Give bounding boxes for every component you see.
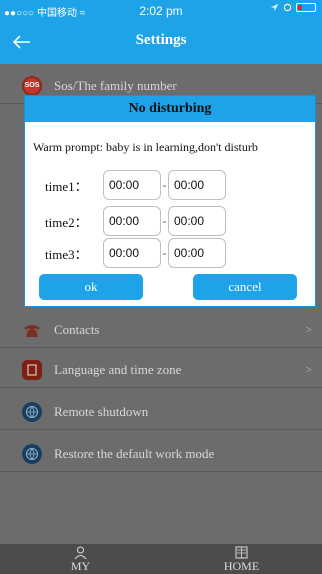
settings-item-label: Restore the default work mode [54, 445, 215, 461]
person-icon [74, 546, 87, 560]
settings-item-label: Language and time zone [54, 361, 182, 377]
top-bar: ●●○○○ 中国移动 ≈ 2:02 pm Settings [0, 0, 322, 64]
end-time-input[interactable]: 00:00 [168, 238, 226, 268]
cancel-button[interactable]: cancel [193, 274, 297, 300]
settings-item-language[interactable]: Language and time zone > [0, 352, 322, 388]
time-row-1: time1： 00:00 - 00:00 [45, 170, 226, 200]
start-time-input[interactable]: 00:00 [103, 238, 161, 268]
status-icons [270, 3, 316, 12]
chevron-right-icon: > [305, 323, 312, 336]
tab-home[interactable]: HOME [161, 544, 322, 574]
dialog-title: No disturbing [25, 96, 315, 122]
time-label: time3： [45, 246, 88, 262]
phone-icon [22, 320, 42, 340]
globe-icon [22, 401, 42, 422]
tab-label: HOME [223, 559, 260, 573]
time-row-2: time2： 00:00 - 00:00 [45, 206, 226, 236]
settings-item-restore-default[interactable]: Restore the default work mode [0, 436, 322, 472]
page-title: Settings [135, 32, 187, 48]
settings-item-contacts[interactable]: Contacts > [0, 312, 322, 348]
globe-icon [22, 443, 42, 464]
settings-item-label: Contacts [54, 321, 100, 337]
range-separator: - [162, 245, 167, 260]
time-label: time1： [45, 178, 88, 194]
chevron-right-icon: > [305, 363, 312, 376]
start-time-input[interactable]: 00:00 [103, 170, 161, 200]
range-separator: - [162, 177, 167, 192]
settings-item-label: Remote shutdown [54, 403, 149, 419]
time-label: time2： [45, 214, 88, 230]
no-disturbing-dialog: No disturbing Warm prompt: baby is in le… [24, 95, 316, 307]
tab-label: MY [70, 559, 91, 573]
dialog-prompt: Warm prompt: baby is in learning,don't d… [33, 140, 258, 154]
time-row-3: time3： 00:00 - 00:00 [45, 238, 226, 268]
end-time-input[interactable]: 00:00 [168, 170, 226, 200]
sos-icon: SOS [22, 75, 42, 96]
ok-button[interactable]: ok [39, 274, 143, 300]
status-bar: ●●○○○ 中国移动 ≈ 2:02 pm [0, 0, 322, 20]
end-time-input[interactable]: 00:00 [168, 206, 226, 236]
settings-item-remote-shutdown[interactable]: Remote shutdown [0, 394, 322, 430]
start-time-input[interactable]: 00:00 [103, 206, 161, 236]
alarm-icon [283, 3, 292, 12]
book-icon [22, 359, 42, 380]
tab-my[interactable]: MY [0, 544, 161, 574]
location-icon [270, 3, 279, 12]
range-separator: - [162, 213, 167, 228]
battery-icon [296, 3, 316, 12]
book-icon [235, 546, 248, 559]
settings-item-label: Sos/The family number [54, 77, 177, 93]
tab-bar: MY HOME [0, 544, 322, 574]
header: Settings [0, 20, 322, 64]
